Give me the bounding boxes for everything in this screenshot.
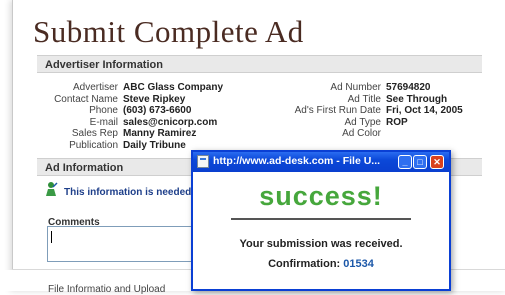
- field-ad-color: Ad Color: [250, 128, 500, 140]
- field-ad-type: Ad Type ROP: [250, 117, 500, 129]
- field-label: Advertiser: [72, 82, 118, 93]
- confirmation-label: Confirmation:: [268, 258, 341, 270]
- popup-title: http://www.ad-desk.com - File U...: [213, 155, 381, 167]
- field-label: Publication: [69, 139, 118, 151]
- ad-info-note: This information is needed to e: [64, 187, 212, 198]
- field-first-run-date: Ad's First Run Date Fri, Oct 14, 2005: [250, 105, 500, 117]
- browser-window-icon: [197, 155, 209, 168]
- field-value: (603) 673-6600: [123, 105, 192, 116]
- submission-message: Your submission was received.: [239, 238, 403, 250]
- maximize-button[interactable]: □: [413, 155, 427, 169]
- page: Submit Complete Ad Advertiser Informatio…: [0, 0, 505, 295]
- field-label: E-mail: [89, 116, 118, 128]
- field-value: See Through: [386, 93, 448, 105]
- field-value: ABC Glass Company: [123, 82, 224, 93]
- confirmation-line: Confirmation: 01534: [193, 258, 449, 270]
- minimize-button[interactable]: _: [398, 155, 412, 169]
- field-ad-title: Ad Title See Through: [250, 94, 500, 106]
- close-button[interactable]: ✕: [430, 155, 444, 169]
- field-label: Sales Rep: [71, 128, 118, 139]
- field-label: Ad Type: [344, 116, 381, 128]
- success-heading: success!: [259, 181, 383, 211]
- page-title: Submit Complete Ad: [33, 14, 304, 49]
- field-email: E-mail sales@cnicorp.com: [0, 117, 280, 129]
- field-value: Manny Ramirez: [123, 128, 197, 139]
- file-upload-label: File Informatio and Upload: [48, 284, 166, 295]
- field-label: Contact Name: [54, 93, 118, 105]
- field-phone: Phone (603) 673-6600: [0, 105, 280, 117]
- field-ad-number: Ad Number 57694820: [250, 82, 500, 94]
- field-label: Phone: [89, 105, 118, 116]
- field-value: ROP: [386, 116, 408, 128]
- field-value: 57694820: [386, 82, 431, 93]
- field-value: Fri, Oct 14, 2005: [386, 105, 463, 116]
- advertiser-section-header: Advertiser Information: [37, 55, 482, 73]
- field-advertiser: Advertiser ABC Glass Company: [0, 82, 280, 94]
- confirmation-number: 01534: [343, 258, 374, 270]
- success-divider: [231, 218, 411, 220]
- field-value: Steve Ripkey: [123, 93, 186, 105]
- text-caret: [51, 231, 52, 243]
- field-label: Ad Color: [342, 128, 381, 139]
- field-label: Ad Title: [347, 93, 381, 105]
- field-label: Ad Number: [330, 82, 381, 93]
- comments-field[interactable]: [47, 226, 209, 262]
- field-sales-rep: Sales Rep Manny Ramirez: [0, 128, 280, 140]
- info-person-icon: [46, 182, 58, 196]
- field-value: sales@cnicorp.com: [123, 116, 218, 128]
- popup-titlebar[interactable]: http://www.ad-desk.com - File U... _ □ ✕: [193, 152, 449, 172]
- success-popup-window: http://www.ad-desk.com - File U... _ □ ✕…: [191, 150, 451, 291]
- field-label: Ad's First Run Date: [294, 105, 381, 116]
- field-contact-name: Contact Name Steve Ripkey: [0, 94, 280, 106]
- field-value: Daily Tribune: [123, 139, 186, 151]
